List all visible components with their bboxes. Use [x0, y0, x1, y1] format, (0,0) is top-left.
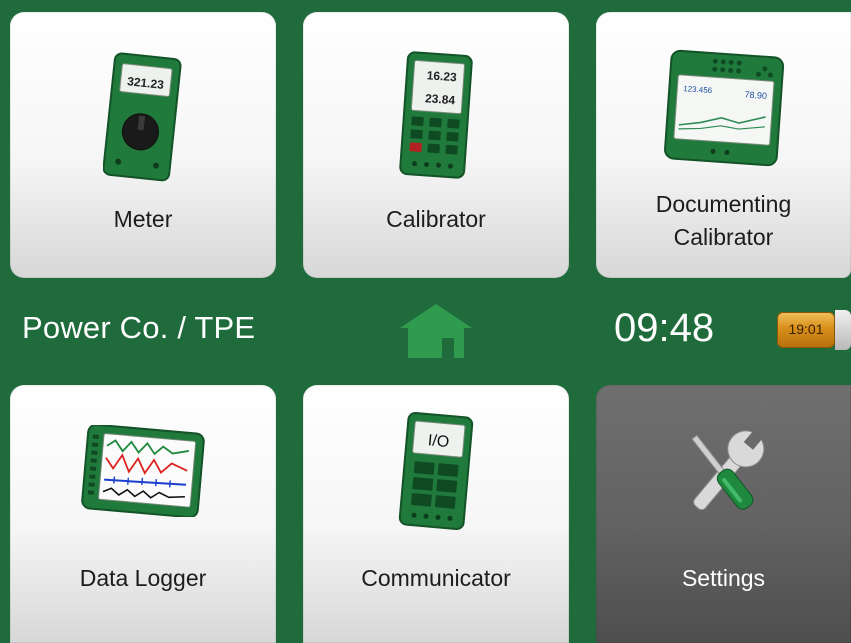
home-icon[interactable]: [398, 302, 474, 360]
documenting-calibrator-tile[interactable]: 123.456 78.90 Documenting Calibrator: [596, 12, 851, 278]
settings-label: Settings: [681, 565, 766, 591]
data-logger-device-icon: [81, 425, 205, 517]
documenting-calibrator-device-icon: 123.456 78.90: [663, 49, 784, 167]
home-screen: 321.23 Meter 16.23 23.84 Calibrator 123.…: [0, 0, 851, 643]
meter-label: Meter: [113, 206, 173, 232]
communicator-display-text: I/O: [427, 432, 450, 451]
meter-tile[interactable]: 321.23 Meter: [10, 12, 276, 278]
communicator-device-icon: I/O: [398, 412, 474, 530]
wrench-screwdriver-icon: [690, 429, 764, 511]
calibrator-display-top: 16.23: [426, 68, 457, 84]
location-label: Power Co. / TPE: [22, 310, 256, 345]
battery-terminal: [835, 310, 851, 350]
data-logger-label: Data Logger: [79, 565, 207, 591]
communicator-label: Communicator: [361, 565, 511, 591]
meter-device-icon: 321.23: [103, 52, 182, 182]
clock: 09:48: [614, 306, 715, 350]
documenting-calibrator-label-line1: Documenting: [655, 191, 792, 217]
battery-indicator[interactable]: 19:01: [777, 310, 851, 350]
communicator-tile[interactable]: I/O Communicator: [303, 385, 569, 643]
documenting-calibrator-label-line2: Calibrator: [673, 224, 774, 250]
data-logger-tile[interactable]: Data Logger: [10, 385, 276, 643]
documenting-calibrator-label: Documenting Calibrator: [596, 188, 851, 254]
calibrator-label: Calibrator: [386, 206, 486, 232]
calibrator-device-icon: 16.23 23.84: [399, 51, 473, 179]
calibrator-display-bottom: 23.84: [425, 91, 456, 107]
calibrator-tile[interactable]: 16.23 23.84 Calibrator: [303, 12, 569, 278]
doc-display-right: 78.90: [744, 89, 767, 101]
status-bar: Power Co. / TPE 09:48 19:01: [10, 282, 851, 382]
battery-time-remaining: 19:01: [788, 321, 824, 337]
settings-tile[interactable]: Settings: [596, 385, 851, 643]
